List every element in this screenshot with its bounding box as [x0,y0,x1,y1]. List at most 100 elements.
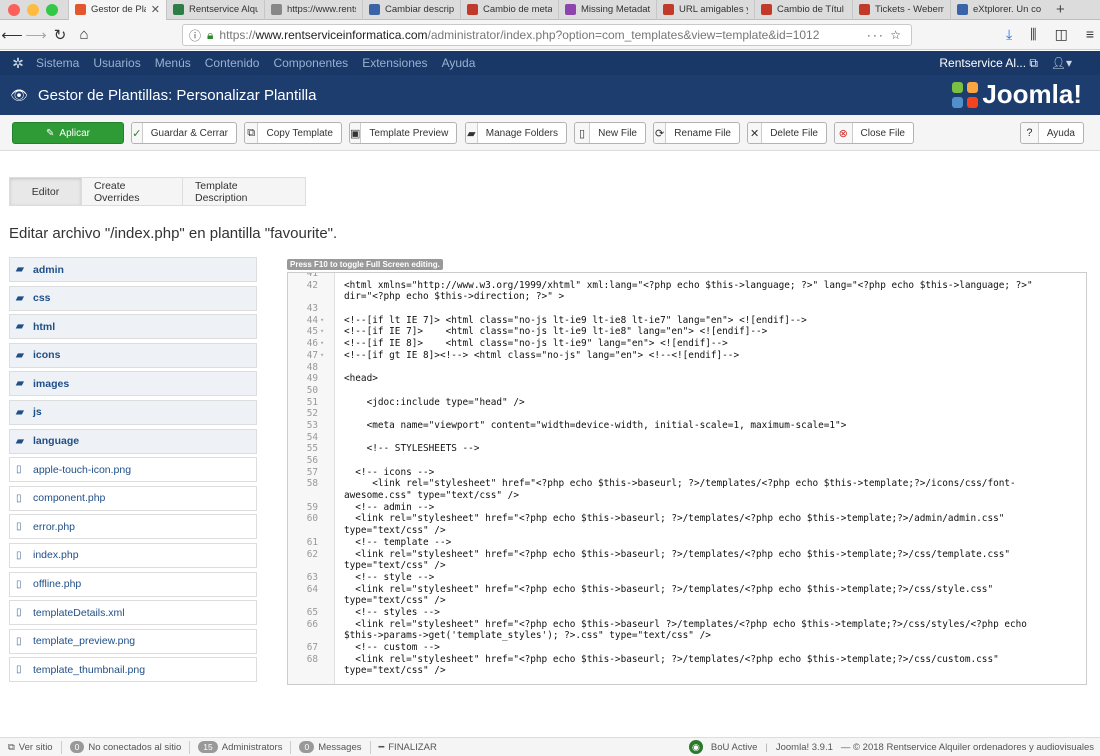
fold-arrow-icon[interactable] [318,362,335,374]
fold-arrow-icon[interactable] [318,560,335,572]
menu-sistema[interactable]: Sistema [36,56,79,70]
fold-arrow-icon[interactable] [318,584,335,596]
sidebar-icon[interactable]: ◫ [1055,26,1068,43]
fold-arrow-icon[interactable] [318,490,335,502]
file-item[interactable]: ▯ index.php [9,542,257,568]
delete-file-button[interactable]: ✕ Delete File [747,122,827,144]
minimize-window-button[interactable] [27,3,39,16]
forward-icon[interactable]: ⟶ [24,26,48,44]
fold-arrow-icon[interactable] [318,467,335,479]
tab-create-overrides[interactable]: Create Overrides [81,177,183,206]
folder-item[interactable]: ▰ js [9,399,257,425]
fold-arrow-icon[interactable] [318,525,335,537]
fold-arrow-icon[interactable] [318,502,335,514]
save-close-button[interactable]: ✓ Guardar & Cerrar [131,122,237,144]
administrators-status[interactable]: 15 Administrators [190,740,292,754]
not-connected-status[interactable]: 0 No conectados al sitio [62,740,191,754]
rename-file-button[interactable]: ⟳ Rename File [653,122,740,144]
file-item[interactable]: ▯ templateDetails.xml [9,600,257,626]
file-item[interactable]: ▯ offline.php [9,571,257,597]
file-item[interactable]: ▯ template_preview.png [9,628,257,654]
tab-template-description[interactable]: Template Description [182,177,306,206]
fold-arrow-icon[interactable] [318,595,335,607]
folder-item[interactable]: ▰ html [9,314,257,340]
code-editor[interactable]: 41 42 <html xmlns="http://www.w3.org/1999/… [287,272,1087,685]
page-actions-icon[interactable]: ··· ☆ [867,28,911,42]
fold-arrow-icon[interactable] [318,291,335,303]
apply-button[interactable]: ✎ Aplicar [12,122,124,144]
address-bar[interactable]: ⓘ 🔒︎ https://www.rentserviceinformatica.… [182,24,912,46]
fold-arrow-icon[interactable]: ▾ [318,350,335,362]
fold-arrow-icon[interactable]: ▾ [318,338,335,350]
browser-tab[interactable]: Cambio de meta [460,0,558,20]
browser-tab[interactable]: URL amigables y [656,0,754,20]
fold-arrow-icon[interactable] [318,513,335,525]
bou-status[interactable]: BoU Active [711,742,757,753]
back-icon[interactable]: ⟵ [0,26,24,44]
joomla-small-icon[interactable]: ✲ [0,55,36,72]
fold-arrow-icon[interactable] [318,373,335,385]
menu-usuarios[interactable]: Usuarios [93,56,140,70]
close-file-button[interactable]: ⊗ Close File [834,122,914,144]
folder-item[interactable]: ▰ language [9,428,257,454]
info-icon[interactable]: ⓘ [189,27,201,44]
site-link[interactable]: Rentservice Al... ⧉ [939,56,1038,71]
view-site-link[interactable]: ⧉ Ver sitio [0,740,62,754]
fold-arrow-icon[interactable] [318,303,335,315]
fold-arrow-icon[interactable] [318,572,335,584]
messages-status[interactable]: 0 Messages [291,740,371,754]
tab-editor[interactable]: Editor [9,177,82,206]
finalize-link[interactable]: ━ FINALIZAR [371,741,445,754]
folder-item[interactable]: ▰ images [9,371,257,397]
fold-arrow-icon[interactable] [318,642,335,654]
close-window-button[interactable] [8,3,20,16]
file-item[interactable]: ▯ component.php [9,485,257,511]
new-file-button[interactable]: ▯ New File [574,122,646,144]
fold-arrow-icon[interactable] [318,619,335,631]
file-item[interactable]: ▯ apple-touch-icon.png [9,457,257,483]
library-icon[interactable]: ⫼ [1030,26,1036,43]
folder-item[interactable]: ▰ admin [9,257,257,282]
browser-tab[interactable]: Cambio de Títul [754,0,852,20]
reload-icon[interactable]: ↻ [48,26,72,44]
browser-tab[interactable]: Missing Metadat [558,0,656,20]
help-button[interactable]: ? Ayuda [1020,122,1084,144]
fold-arrow-icon[interactable] [318,408,335,420]
manage-folders-button[interactable]: ▰ Manage Folders [465,122,567,144]
fold-arrow-icon[interactable]: ▾ [318,326,335,338]
fold-arrow-icon[interactable] [318,280,335,292]
fold-arrow-icon[interactable] [318,630,335,642]
menu-extensiones[interactable]: Extensiones [362,56,427,70]
fold-arrow-icon[interactable] [318,607,335,619]
new-tab-button[interactable]: + [1048,1,1073,18]
fold-arrow-icon[interactable] [318,537,335,549]
browser-tab[interactable]: https://www.rentserv [264,0,362,20]
fold-arrow-icon[interactable] [318,549,335,561]
menu-contenido[interactable]: Contenido [205,56,260,70]
browser-tab[interactable]: Tickets - Webem [852,0,950,20]
browser-tab[interactable]: Gestor de Pla ✕ [68,0,166,20]
fold-arrow-icon[interactable] [318,665,335,677]
fold-arrow-icon[interactable] [318,397,335,409]
fold-arrow-icon[interactable] [318,432,335,444]
folder-item[interactable]: ▰ css [9,285,257,311]
user-menu-icon[interactable]: 👤︎▾ [1051,56,1072,70]
folder-item[interactable]: ▰ icons [9,342,257,368]
browser-tab[interactable]: Cambiar descrip [362,0,460,20]
fold-arrow-icon[interactable] [318,273,335,280]
fold-arrow-icon[interactable] [318,420,335,432]
code-content[interactable]: 41 42 <html xmlns="http://www.w3.org/1999/… [288,273,1086,677]
fold-arrow-icon[interactable] [318,654,335,666]
home-icon[interactable]: ⌂ [72,26,96,43]
file-item[interactable]: ▯ template_thumbnail.png [9,657,257,683]
close-tab-icon[interactable]: ✕ [151,3,160,16]
fold-arrow-icon[interactable] [318,478,335,490]
menu-icon[interactable]: ≡ [1086,26,1094,43]
fold-arrow-icon[interactable] [318,455,335,467]
menu-componentes[interactable]: Componentes [273,56,348,70]
file-item[interactable]: ▯ error.php [9,514,257,540]
copy-template-button[interactable]: ⧉ Copy Template [244,122,342,144]
fold-arrow-icon[interactable] [318,385,335,397]
fold-arrow-icon[interactable] [318,443,335,455]
template-preview-button[interactable]: ▣ Template Preview [349,122,457,144]
